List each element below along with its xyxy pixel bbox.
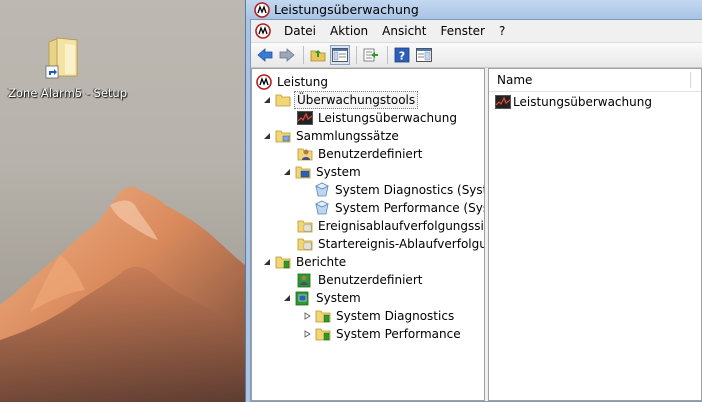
window-title: Leistungsüberwachung [274,2,419,17]
data-collector-icon [315,182,329,197]
properties-icon [416,48,432,62]
tree-item-label: System [316,165,361,179]
trace-folder-icon [297,238,313,251]
export-list-icon [363,48,378,62]
back-button[interactable] [255,45,275,65]
show-hide-tree-button[interactable] [330,45,350,65]
tree-item-monitoring-tools[interactable]: Überwachungstools [262,91,419,109]
report-folder-icon [315,310,331,323]
toolbar-separator [356,46,357,64]
tree-item-label: System Performance (Syster [335,201,484,215]
system-report-icon [295,291,309,306]
list-item-label: Leistungsüberwachung [513,95,652,109]
tree-item-label: System [316,291,361,305]
menu-ansicht[interactable]: Ansicht [375,20,433,42]
tree-item-system-diagnostics-set[interactable]: System Diagnostics (System [314,181,484,199]
tree-item-system-reports[interactable]: System [282,289,363,307]
system-collector-icon [295,166,311,179]
desktop-icon-label: Zone Alarm5 - Setup [8,86,128,100]
toolbar-separator [387,46,388,64]
list-item[interactable]: Leistungsüberwachung [489,92,701,112]
desktop-icon-zonealarm[interactable]: Zone Alarm5 - Setup [8,36,128,100]
help-icon: ? [394,47,410,63]
tree-item-system-sets[interactable]: System [282,163,363,181]
export-list-button[interactable] [361,45,381,65]
tree-item-label: Startereignis-Ablaufverfolgungs [318,237,484,251]
folder-icon [275,94,291,107]
performance-monitor-icon [297,111,313,125]
trace-folder-icon [297,220,313,233]
tree-item-label: Ereignisablaufverfolgungssitzur [318,219,484,233]
folder-icon [275,130,291,143]
forward-icon [279,48,295,62]
report-folder-icon [315,328,331,341]
tree-item-user-defined-sets[interactable]: Benutzerdefiniert [297,145,424,163]
tree-item-label: Benutzerdefiniert [318,273,423,287]
svg-text:?: ? [399,50,405,63]
menu-datei[interactable]: Datei [277,20,323,42]
collapse-arrow-icon[interactable] [262,95,272,105]
performance-monitor-app-icon [256,74,272,90]
tree-item-system-diagnostics-report[interactable]: System Diagnostics [302,307,456,325]
tree-item-label: System Diagnostics [336,309,455,323]
expand-arrow-icon[interactable] [302,311,312,321]
navigation-tree[interactable]: Leistung Überwachungstools Leistungsüber… [251,68,485,401]
folder-shortcut-icon [45,36,81,80]
tree-item-system-performance-set[interactable]: System Performance (Syster [314,199,484,217]
menu-bar: Datei Aktion Ansicht Fenster ? [251,20,702,42]
expand-arrow-icon[interactable] [302,329,312,339]
tree-item-event-trace-sessions[interactable]: Ereignisablaufverfolgungssitzur [297,217,484,235]
column-header-name[interactable]: Name [489,73,690,87]
tree-item-label: Berichte [296,255,347,269]
desktop: Zone Alarm5 - Setup [0,0,245,402]
tree-item-collector-sets[interactable]: Sammlungssätze [262,127,401,145]
user-collector-icon [297,148,313,161]
title-bar[interactable]: Leistungsüberwachung [246,0,702,19]
tree-item-label: Sammlungssätze [296,129,399,143]
panes: Leistung Überwachungstools Leistungsüber… [251,68,702,401]
toolbar: ? [251,42,702,68]
forward-button[interactable] [277,45,297,65]
show-hide-tree-icon [332,48,348,62]
collapse-arrow-icon[interactable] [262,131,272,141]
tree-item-startup-trace-sessions[interactable]: Startereignis-Ablaufverfolgungs [297,235,484,253]
data-collector-icon [315,200,329,215]
menu-fenster[interactable]: Fenster [433,20,492,42]
window-client-area: Datei Aktion Ansicht Fenster ? ? Leistun… [250,19,702,402]
tree-item-user-defined-reports[interactable]: Benutzerdefiniert [297,271,424,289]
details-list[interactable]: Name Leistungsüberwachung [488,68,702,401]
system-menu-icon[interactable] [255,23,271,39]
column-divider[interactable] [690,72,691,88]
tree-item-system-performance-report[interactable]: System Performance [302,325,463,343]
menu-help[interactable]: ? [492,20,512,42]
tree-item-label: Leistung [277,75,328,89]
collapse-arrow-icon[interactable] [282,293,292,303]
tree-item-label: Überwachungstools [294,91,419,109]
up-folder-icon [310,50,326,62]
tree-item-performance-monitor[interactable]: Leistungsüberwachung [297,109,459,127]
performance-monitor-app-icon [254,2,270,18]
user-report-icon [297,273,311,288]
list-header: Name [489,69,701,92]
tree-item-reports[interactable]: Berichte [262,253,348,271]
tree-item-label: Benutzerdefiniert [318,147,423,161]
toolbar-separator [303,46,304,64]
collapse-arrow-icon[interactable] [262,257,272,267]
tree-item-label: System Diagnostics (System [335,183,484,197]
menu-aktion[interactable]: Aktion [323,20,375,42]
tree-item-label: Leistungsüberwachung [318,111,457,125]
properties-button[interactable] [414,45,434,65]
performance-monitor-icon [495,95,511,109]
help-button[interactable]: ? [392,45,412,65]
up-folder-button[interactable] [308,45,328,65]
tree-item-label: System Performance [336,327,461,341]
performance-monitor-window: Leistungsüberwachung Datei Aktion Ansich… [245,0,702,402]
tree-item-leistung[interactable]: Leistung [256,73,330,91]
collapse-arrow-icon[interactable] [282,167,292,177]
back-icon [257,48,273,62]
reports-folder-icon [275,256,291,269]
